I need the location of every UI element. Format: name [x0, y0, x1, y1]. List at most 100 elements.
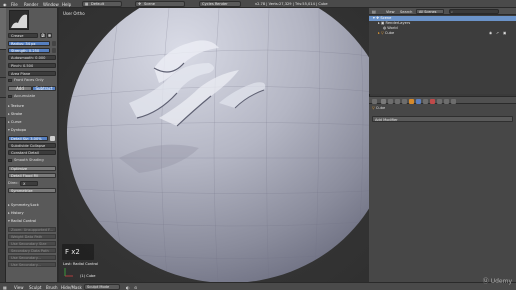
menu-help[interactable]: Help — [62, 2, 71, 7]
key-overlay: F x2 — [62, 244, 94, 260]
shading-mode-icon[interactable]: ◐ — [126, 285, 130, 290]
subtract-button[interactable]: Subtract — [32, 86, 56, 91]
smooth-shading-checkbox-row[interactable]: Smooth Shading — [8, 158, 56, 163]
outliner[interactable]: ▾ ❖ Scene ▸ ▣ RenderLayers ◍ World ▸ ▽ C… — [369, 15, 516, 94]
display-mode-dropdown[interactable]: All Scenes — [416, 9, 444, 14]
layers-tab-icon[interactable] — [388, 98, 393, 104]
menu-hide-mask[interactable]: Hide/Mask — [61, 285, 82, 290]
3d-viewport[interactable]: User Ortho F x2 Last: Radial Control (1)… — [59, 8, 369, 282]
add-button[interactable]: Add — [8, 86, 32, 91]
subdivide-collapse-dropdown[interactable]: Subdivide Collapse — [8, 143, 56, 148]
strength-pressure-icon[interactable] — [52, 48, 56, 53]
detail-flood-fill-button[interactable]: Detail Flood Fill — [8, 173, 56, 178]
menu-sculpt[interactable]: Sculpt — [29, 285, 42, 290]
mode-selector[interactable]: Sculpt Mode — [84, 284, 120, 290]
editor-type-icon[interactable]: ▦ — [3, 285, 7, 290]
constant-detail-dropdown[interactable]: Constant Detail — [8, 150, 56, 155]
radius-pressure-icon[interactable] — [52, 41, 56, 46]
brush-preview[interactable] — [9, 10, 29, 30]
front-faces-checkbox[interactable] — [8, 78, 12, 82]
radial-option-row[interactable]: Use Secondary... — [8, 255, 56, 260]
texture-tab-icon[interactable] — [437, 98, 442, 104]
radial-option-row[interactable]: Weight Data Path — [8, 234, 56, 239]
strength-field[interactable]: Strength: 0.250 — [8, 48, 50, 53]
editor-type-icon[interactable]: ▤ — [372, 9, 376, 14]
radius-field[interactable]: Radius: 34 px — [8, 41, 50, 46]
particles-tab-icon[interactable] — [444, 98, 449, 104]
viewport-header: ▦ View Sculpt Brush Hide/Mask Sculpt Mod… — [0, 282, 516, 290]
blender-logo-icon[interactable]: ◉ — [3, 2, 7, 7]
breadcrumb-object: Cube — [375, 106, 386, 110]
pinch-field[interactable]: Pinch: 0.500 — [8, 63, 56, 68]
front-faces-checkbox-row[interactable]: Front Faces Only — [8, 78, 56, 83]
panel-curve[interactable]: ▸Curve — [8, 120, 56, 125]
outliner-view-menu[interactable]: View — [386, 10, 395, 14]
radial-option-row[interactable]: Zoom: Unsupported F... — [8, 227, 56, 232]
autosmooth-field[interactable]: Autosmooth: 0.000 — [8, 55, 56, 60]
symmetrize-button[interactable]: Symmetrize — [8, 188, 56, 193]
panel-stroke[interactable]: ▸Stroke — [8, 112, 56, 117]
outliner-search-menu[interactable]: Search — [400, 10, 412, 14]
radial-option-row[interactable]: Use Secondary Size — [8, 241, 56, 246]
data-tab-icon[interactable] — [423, 98, 428, 104]
mesh-object-icon: ▸ ▽ — [378, 31, 384, 35]
optimize-button[interactable]: Optimize — [8, 166, 56, 171]
menu-view[interactable]: View — [14, 285, 24, 290]
pinch-label: Pinch: 0.500 — [11, 64, 34, 68]
outliner-search-input[interactable]: ⌕ — [449, 9, 499, 14]
sculpt-canvas[interactable] — [59, 8, 369, 282]
eyedropper-icon[interactable] — [50, 136, 55, 141]
area-plane-dropdown[interactable]: Area Plane — [8, 71, 56, 76]
panel-curve-label: Curve — [10, 120, 22, 124]
panel-history[interactable]: ▸History — [8, 211, 56, 216]
outliner-row-label: Cube — [384, 31, 395, 35]
render-engine-selector[interactable]: Cycles Render — [199, 1, 241, 7]
menu-brush[interactable]: Brush — [46, 285, 58, 290]
panel-radial-control[interactable]: ▾Radial Control — [8, 219, 56, 224]
menu-window[interactable]: Window — [43, 2, 59, 7]
pivot-icon[interactable]: ⊙ — [134, 285, 137, 290]
layout-selector[interactable]: ▦ Default — [82, 1, 122, 7]
physics-tab-icon[interactable] — [451, 98, 456, 104]
outliner-row-label: RenderLayers — [385, 21, 411, 25]
radial-option-row[interactable]: Secondary Data Path — [8, 248, 56, 253]
render-camera-icon[interactable]: ▣ — [503, 31, 506, 36]
panel-history-label: History — [10, 211, 24, 215]
scene-selector[interactable]: ❖ Scene — [135, 1, 185, 7]
layout-name: Default — [91, 2, 105, 7]
brush-name-field[interactable]: Crease — [8, 33, 38, 38]
panel-symmetry-lock[interactable]: ▸Symmetry/Lock — [8, 203, 56, 208]
new-brush-button[interactable]: + — [47, 33, 52, 38]
add-modifier-dropdown[interactable]: Add Modifier — [372, 116, 513, 122]
tool-shelf: Crease 2 + Radius: 34 px Strength: 0.250… — [6, 8, 58, 282]
panel-dyntopo[interactable]: ▾Dyntopo — [8, 128, 56, 133]
detail-size-field[interactable]: Detail Siz: 3.00% — [8, 136, 48, 141]
material-tab-icon[interactable] — [430, 98, 435, 104]
editor-type-icon[interactable] — [372, 98, 377, 104]
smooth-shading-checkbox[interactable] — [8, 158, 12, 162]
visibility-eye-icon[interactable]: ◉ — [489, 31, 492, 36]
brush-users-button[interactable]: 2 — [40, 33, 46, 38]
watermark-text: Udemy — [490, 278, 512, 285]
modifier-tab-icon[interactable] — [416, 98, 421, 104]
key-overlay-text: F x2 — [65, 248, 80, 256]
accumulate-checkbox-row[interactable]: Accumulate — [8, 94, 56, 99]
object-tab-icon[interactable] — [409, 98, 414, 104]
collapsed-triangle-icon: ▸ — [8, 104, 10, 108]
render-tab-icon[interactable] — [381, 98, 386, 104]
panel-texture[interactable]: ▸Texture — [8, 104, 56, 109]
accumulate-checkbox[interactable] — [8, 94, 12, 98]
panel-radial-control-label: Radial Control — [10, 219, 37, 223]
direction-dropdown[interactable]: X — [20, 181, 38, 186]
scene-tab-icon[interactable] — [395, 98, 400, 104]
display-mode-label: All Scenes — [419, 10, 437, 14]
world-tab-icon[interactable] — [402, 98, 407, 104]
menu-render[interactable]: Render — [24, 2, 38, 7]
expanded-triangle-icon: ▾ — [8, 128, 10, 132]
mode-label: Sculpt Mode — [87, 285, 110, 290]
outliner-row-cube[interactable]: ▸ ▽ Cube ◉ ➚ ▣ — [369, 31, 516, 36]
menu-file[interactable]: File — [11, 2, 18, 7]
search-icon: ⌕ — [451, 9, 454, 14]
radial-option-row[interactable]: Use Secondary... — [8, 262, 56, 267]
select-arrow-icon[interactable]: ➚ — [496, 31, 499, 36]
